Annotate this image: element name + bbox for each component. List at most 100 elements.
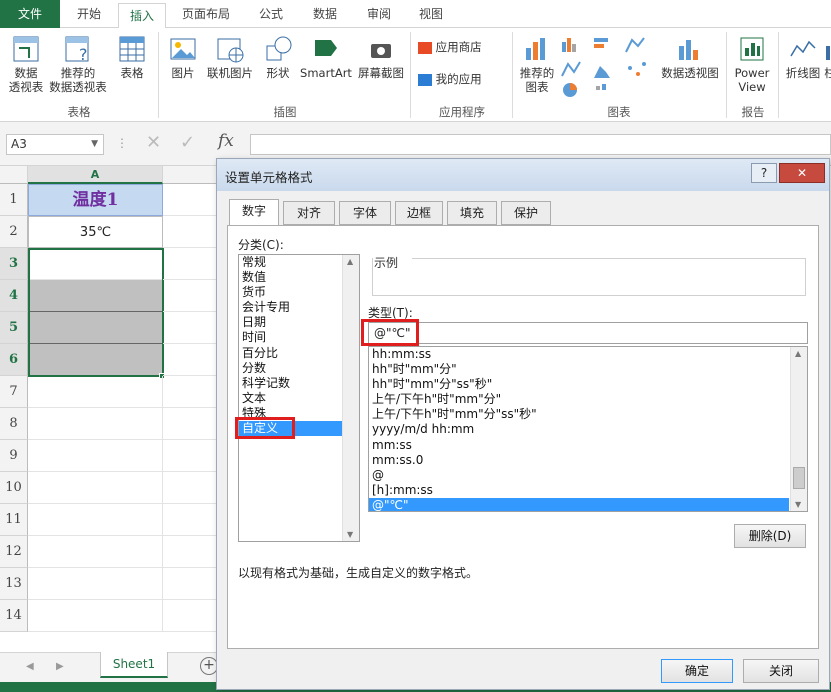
tab-view[interactable]: 视图 [406, 0, 456, 28]
scroll-right-icon[interactable]: ▶ [56, 661, 64, 672]
scroll-up-icon[interactable]: ▲ [795, 349, 801, 358]
drag-handle-icon[interactable]: ⋮ [116, 136, 128, 150]
row-header[interactable]: 12 [0, 536, 28, 568]
scroll-left-icon[interactable]: ◀ [26, 661, 34, 672]
help-button[interactable]: ? [751, 163, 777, 183]
type-item[interactable]: @"℃" [369, 497, 789, 511]
cancel-button[interactable]: 关闭 [743, 659, 819, 683]
type-item[interactable]: mm:ss [369, 438, 789, 453]
table-button[interactable]: 表格 [112, 34, 152, 80]
row-header[interactable]: 14 [0, 600, 28, 632]
type-item[interactable]: yyyy/m/d hh:mm [369, 422, 789, 437]
name-box[interactable]: A3 ▼ [6, 134, 104, 155]
row-header[interactable]: 11 [0, 504, 28, 536]
row-header[interactable]: 13 [0, 568, 28, 600]
enter-check-icon[interactable]: ✓ [180, 132, 195, 153]
row-header[interactable]: 6 [0, 344, 28, 376]
row-header[interactable]: 4 [0, 280, 28, 312]
select-all-corner[interactable] [0, 166, 28, 184]
row-header[interactable]: 1 [0, 184, 28, 216]
row-header[interactable]: 5 [0, 312, 28, 344]
cell-a2[interactable]: 35℃ [28, 216, 163, 248]
recommended-charts-button[interactable]: 推荐的 图表 [516, 34, 558, 94]
tab-border[interactable]: 边框 [395, 201, 443, 225]
type-input[interactable]: @"℃" [368, 322, 808, 344]
type-list[interactable]: hh:mm:ss hh"时"mm"分" hh"时"mm"分"ss"秒" 上午/下午h"… [368, 346, 808, 512]
tab-protection[interactable]: 保护 [501, 201, 551, 225]
sparkline-line-button[interactable]: 折线图 [782, 34, 824, 80]
tab-fill[interactable]: 填充 [447, 201, 497, 225]
row-header[interactable]: 2 [0, 216, 28, 248]
type-item[interactable]: @ [369, 468, 789, 483]
tab-formulas[interactable]: 公式 [246, 0, 296, 28]
category-item[interactable]: 文本 [239, 391, 359, 406]
app-store-button[interactable]: 应用商店 [418, 40, 508, 54]
ok-button[interactable]: 确定 [661, 659, 733, 683]
category-list[interactable]: 常规 数值 货币 会计专用 日期 时间 百分比 分数 科学记数 文本 特殊 自定义 ▲ ▼ [238, 254, 360, 542]
insert-function-icon[interactable]: fx [218, 131, 234, 151]
picture-button[interactable]: 图片 [164, 34, 202, 80]
empty-cell[interactable] [28, 376, 163, 408]
column-header-a[interactable]: A [28, 166, 163, 184]
category-item[interactable]: 会计专用 [239, 300, 359, 315]
empty-cell[interactable] [28, 568, 163, 600]
screenshot-button[interactable]: 屏幕截图 [354, 34, 408, 80]
tab-alignment[interactable]: 对齐 [283, 201, 335, 225]
category-item[interactable]: 数值 [239, 270, 359, 285]
formula-input[interactable] [250, 134, 831, 155]
row-header[interactable]: 3 [0, 248, 28, 280]
smartart-button[interactable]: SmartArt [298, 34, 354, 80]
category-item[interactable]: 日期 [239, 315, 359, 330]
type-item[interactable]: mm:ss.0 [369, 453, 789, 468]
type-item[interactable]: 上午/下午h"时"mm"分"ss"秒" [369, 407, 789, 422]
online-picture-button[interactable]: 联机图片 [202, 34, 258, 80]
category-item[interactable]: 货币 [239, 285, 359, 300]
empty-cell[interactable] [28, 504, 163, 536]
category-item[interactable]: 科学记数 [239, 376, 359, 391]
type-item[interactable]: hh"时"mm"分" [369, 362, 789, 377]
type-item[interactable]: [h]:mm:ss [369, 483, 789, 498]
close-button[interactable]: ✕ [779, 163, 825, 183]
tab-insert[interactable]: 插入 [118, 3, 166, 29]
empty-cell[interactable] [28, 440, 163, 472]
empty-cell[interactable] [28, 600, 163, 632]
sparkline-column-button[interactable]: 柱 [824, 34, 831, 80]
category-item[interactable]: 百分比 [239, 346, 359, 361]
category-item[interactable]: 时间 [239, 330, 359, 345]
row-header[interactable]: 7 [0, 376, 28, 408]
tab-font[interactable]: 字体 [339, 201, 391, 225]
type-item[interactable]: hh:mm:ss [369, 347, 789, 362]
cell-a1[interactable]: 温度1 [28, 184, 163, 216]
type-item[interactable]: 上午/下午h"时"mm"分" [369, 392, 789, 407]
empty-cell[interactable] [28, 472, 163, 504]
chevron-down-icon[interactable]: ▼ [91, 135, 98, 154]
category-item[interactable]: 分数 [239, 361, 359, 376]
scroll-down-icon[interactable]: ▼ [347, 530, 353, 539]
tab-page-layout[interactable]: 页面布局 [170, 0, 242, 28]
tab-number[interactable]: 数字 [229, 199, 279, 226]
sheet-tab-sheet1[interactable]: Sheet1 [100, 652, 168, 678]
scroll-up-icon[interactable]: ▲ [347, 257, 353, 266]
delete-button[interactable]: 删除(D) [734, 524, 806, 548]
shapes-button[interactable]: 形状 [260, 34, 296, 80]
scroll-down-icon[interactable]: ▼ [795, 500, 801, 509]
empty-cell[interactable] [28, 536, 163, 568]
category-scrollbar[interactable]: ▲ ▼ [342, 255, 359, 541]
empty-cell[interactable] [28, 408, 163, 440]
my-apps-button[interactable]: 我的应用 [418, 72, 508, 86]
recommended-pivot-button[interactable]: ? 推荐的 数据透视表 [48, 34, 108, 94]
type-scrollbar[interactable]: ▲ ▼ [790, 347, 807, 511]
row-header[interactable]: 10 [0, 472, 28, 504]
pivot-chart-button[interactable]: 数据透视图 [658, 34, 722, 80]
scroll-thumb[interactable] [793, 467, 805, 489]
tab-review[interactable]: 审阅 [354, 0, 404, 28]
power-view-button[interactable]: Power View [730, 34, 774, 94]
category-item[interactable]: 常规 [239, 255, 359, 270]
chart-type-gallery[interactable] [560, 34, 656, 98]
pivot-table-button[interactable]: 数据 透视表 [4, 34, 48, 94]
cancel-icon[interactable]: ✕ [146, 132, 161, 153]
tab-home[interactable]: 开始 [64, 0, 114, 28]
tab-file[interactable]: 文件 [0, 0, 60, 28]
type-item[interactable]: hh"时"mm"分"ss"秒" [369, 377, 789, 392]
row-header[interactable]: 9 [0, 440, 28, 472]
